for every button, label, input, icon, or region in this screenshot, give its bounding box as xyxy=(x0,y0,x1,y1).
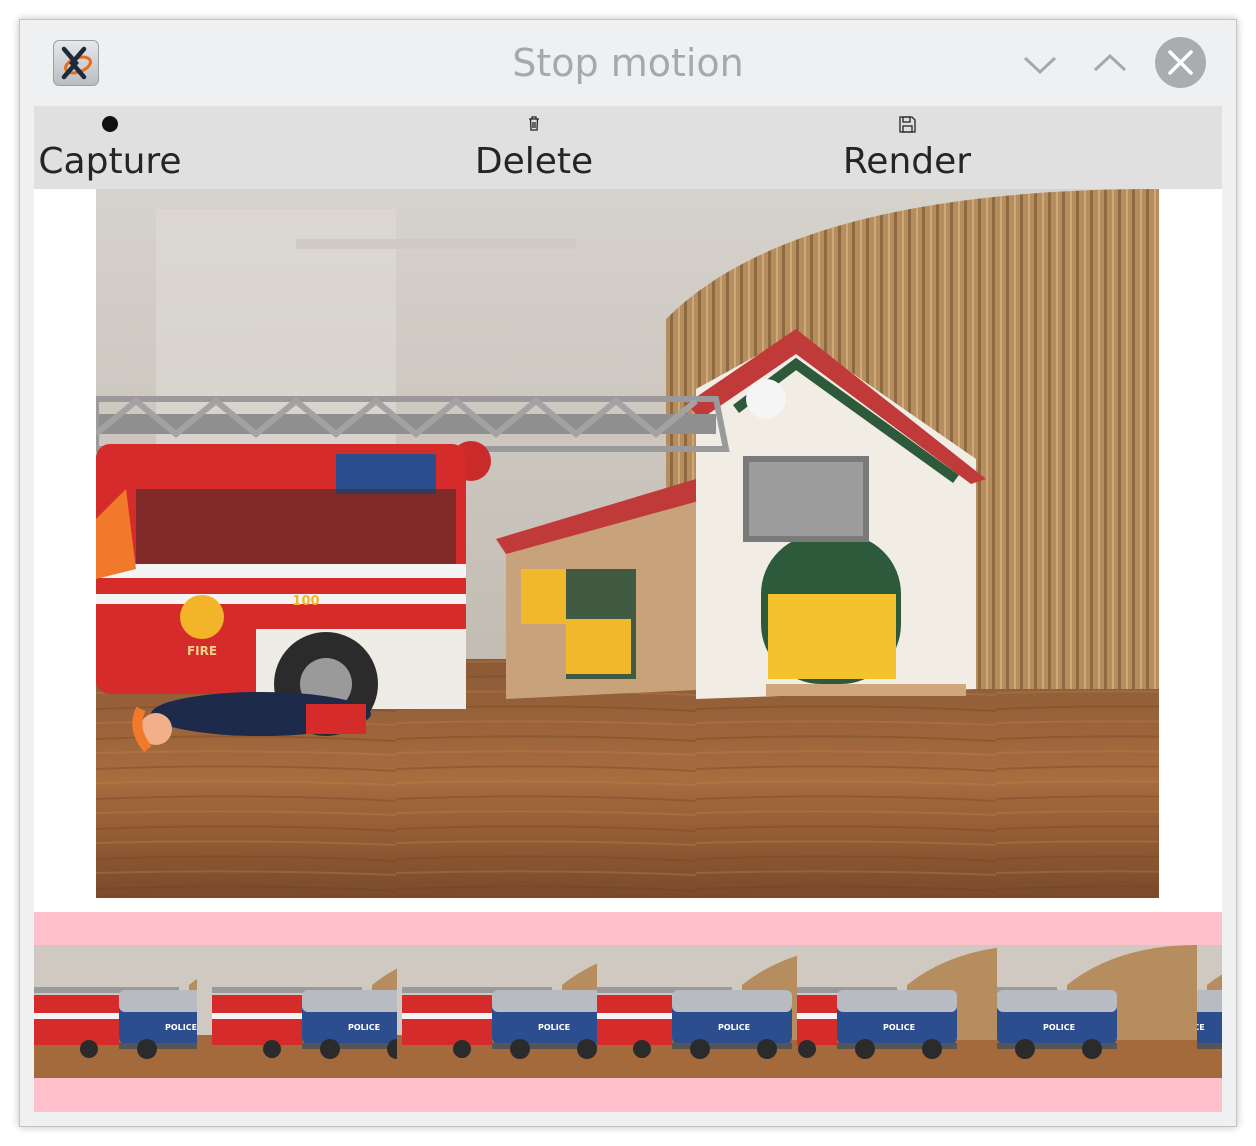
police-text: POLICE xyxy=(1043,1023,1075,1032)
frame-preview: FIRE 100 xyxy=(34,189,1222,912)
close-button[interactable] xyxy=(1155,37,1206,88)
frame-thumbnail[interactable]: CE xyxy=(1197,945,1222,1078)
filmstrip[interactable]: POLICE POLICE POLICE POLICE POLICE POLICE CE xyxy=(34,912,1222,1112)
frame-thumbnail[interactable]: POLICE xyxy=(197,945,397,1078)
frame-thumbnail[interactable]: POLICE xyxy=(34,945,197,1078)
police-text: POLICE xyxy=(718,1023,750,1032)
trash-icon xyxy=(529,116,539,131)
close-icon xyxy=(1168,50,1193,75)
police-text: POLICE xyxy=(538,1023,570,1032)
frame-thumbnail[interactable]: POLICE xyxy=(397,945,597,1078)
frame-thumbnail[interactable]: POLICE xyxy=(797,945,997,1078)
capture-button[interactable]: Capture xyxy=(34,106,186,189)
render-label: Render xyxy=(842,141,972,182)
app-window: Stop motion Capture Delete Render FIRE 1… xyxy=(19,19,1237,1127)
fire-badge-text: FIRE xyxy=(187,644,217,658)
title-bar[interactable]: Stop motion xyxy=(20,20,1236,106)
police-text: CE xyxy=(1197,1023,1205,1032)
capture-label: Capture xyxy=(38,141,182,182)
render-button[interactable]: Render xyxy=(839,106,975,189)
floppy-disk-icon xyxy=(899,116,916,133)
record-dot-icon xyxy=(102,116,118,132)
minimize-button[interactable] xyxy=(1018,42,1062,86)
delete-label: Delete xyxy=(474,141,594,182)
toolbar: Capture Delete Render xyxy=(34,106,1222,189)
frame-thumbnail[interactable]: POLICE xyxy=(997,945,1197,1078)
delete-button[interactable]: Delete xyxy=(464,106,604,189)
police-text: POLICE xyxy=(165,1023,197,1032)
police-text: POLICE xyxy=(883,1023,915,1032)
frame-thumbnail[interactable]: POLICE xyxy=(597,945,797,1078)
preview-photo: FIRE 100 xyxy=(96,189,1159,898)
chevron-up-icon xyxy=(1093,53,1127,72)
maximize-button[interactable] xyxy=(1088,42,1132,86)
chevron-down-icon xyxy=(1023,56,1057,75)
truck-number-text: 100 xyxy=(292,594,319,609)
police-text: POLICE xyxy=(348,1023,380,1032)
